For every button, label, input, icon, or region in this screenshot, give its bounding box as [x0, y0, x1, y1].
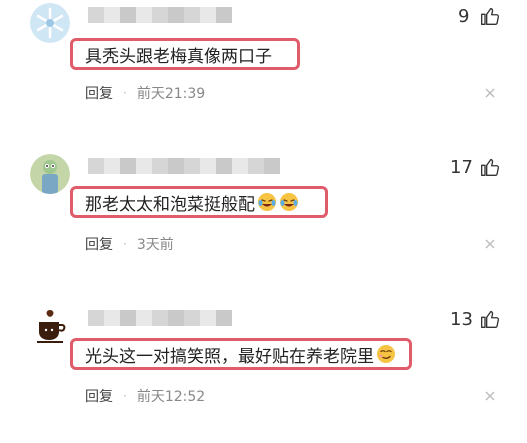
avatar[interactable] [30, 3, 70, 43]
thumbs-up-icon[interactable] [480, 157, 500, 177]
thumbs-up-icon[interactable] [480, 309, 500, 329]
comment-item: 13 光头这一对搞笑照，最好贴在养老院里 回复 · 前天12:52 [0, 303, 527, 443]
comment-meta: 回复 · 3天前 [85, 234, 174, 254]
snowflake-avatar-icon [30, 3, 70, 43]
avatar[interactable] [30, 154, 70, 194]
close-icon[interactable] [484, 390, 496, 402]
comment-item: 17 那老太太和泡菜挺般配 回复 · 3天前 [0, 151, 527, 291]
comment-text: 具秃头跟老梅真像两口子 [85, 46, 272, 67]
close-icon[interactable] [484, 87, 496, 99]
avatar[interactable] [30, 306, 70, 346]
comment-meta: 回复 · 前天21:39 [85, 83, 205, 103]
timestamp: 前天21:39 [136, 86, 206, 102]
smirk-emoji [377, 345, 395, 363]
comment-text: 光头这一对搞笑照，最好贴在养老院里 [85, 346, 374, 367]
like-count: 9 [458, 6, 470, 27]
username-blurred[interactable] [88, 7, 232, 23]
character-avatar-icon [30, 154, 70, 194]
reply-button[interactable]: 回复 [85, 386, 113, 406]
comment-text-highlighted: 那老太太和泡菜挺般配 [70, 186, 328, 218]
comment-meta: 回复 · 前天12:52 [85, 386, 205, 406]
comment-text-highlighted: 光头这一对搞笑照，最好贴在养老院里 [70, 338, 412, 370]
reply-button[interactable]: 回复 [85, 83, 113, 103]
coffee-cup-avatar-icon [30, 306, 70, 346]
username-blurred[interactable] [88, 158, 280, 174]
separator-dot: · [123, 86, 127, 100]
separator-dot: · [123, 389, 127, 403]
comment-text: 那老太太和泡菜挺般配 [85, 194, 255, 215]
like-count: 13 [450, 309, 473, 330]
like-count: 17 [450, 157, 473, 178]
comment-item: 9 具秃头跟老梅真像两口子 回复 · 前天21:39 [0, 0, 527, 140]
laughing-crying-emoji [258, 193, 276, 211]
timestamp: 3天前 [136, 237, 174, 253]
comment-text-highlighted: 具秃头跟老梅真像两口子 [70, 38, 300, 70]
reply-button[interactable]: 回复 [85, 234, 113, 254]
close-icon[interactable] [484, 238, 496, 250]
laughing-crying-emoji [280, 193, 298, 211]
separator-dot: · [123, 237, 127, 251]
thumbs-up-icon[interactable] [480, 6, 500, 26]
timestamp: 前天12:52 [136, 389, 206, 405]
username-blurred[interactable] [88, 310, 232, 326]
